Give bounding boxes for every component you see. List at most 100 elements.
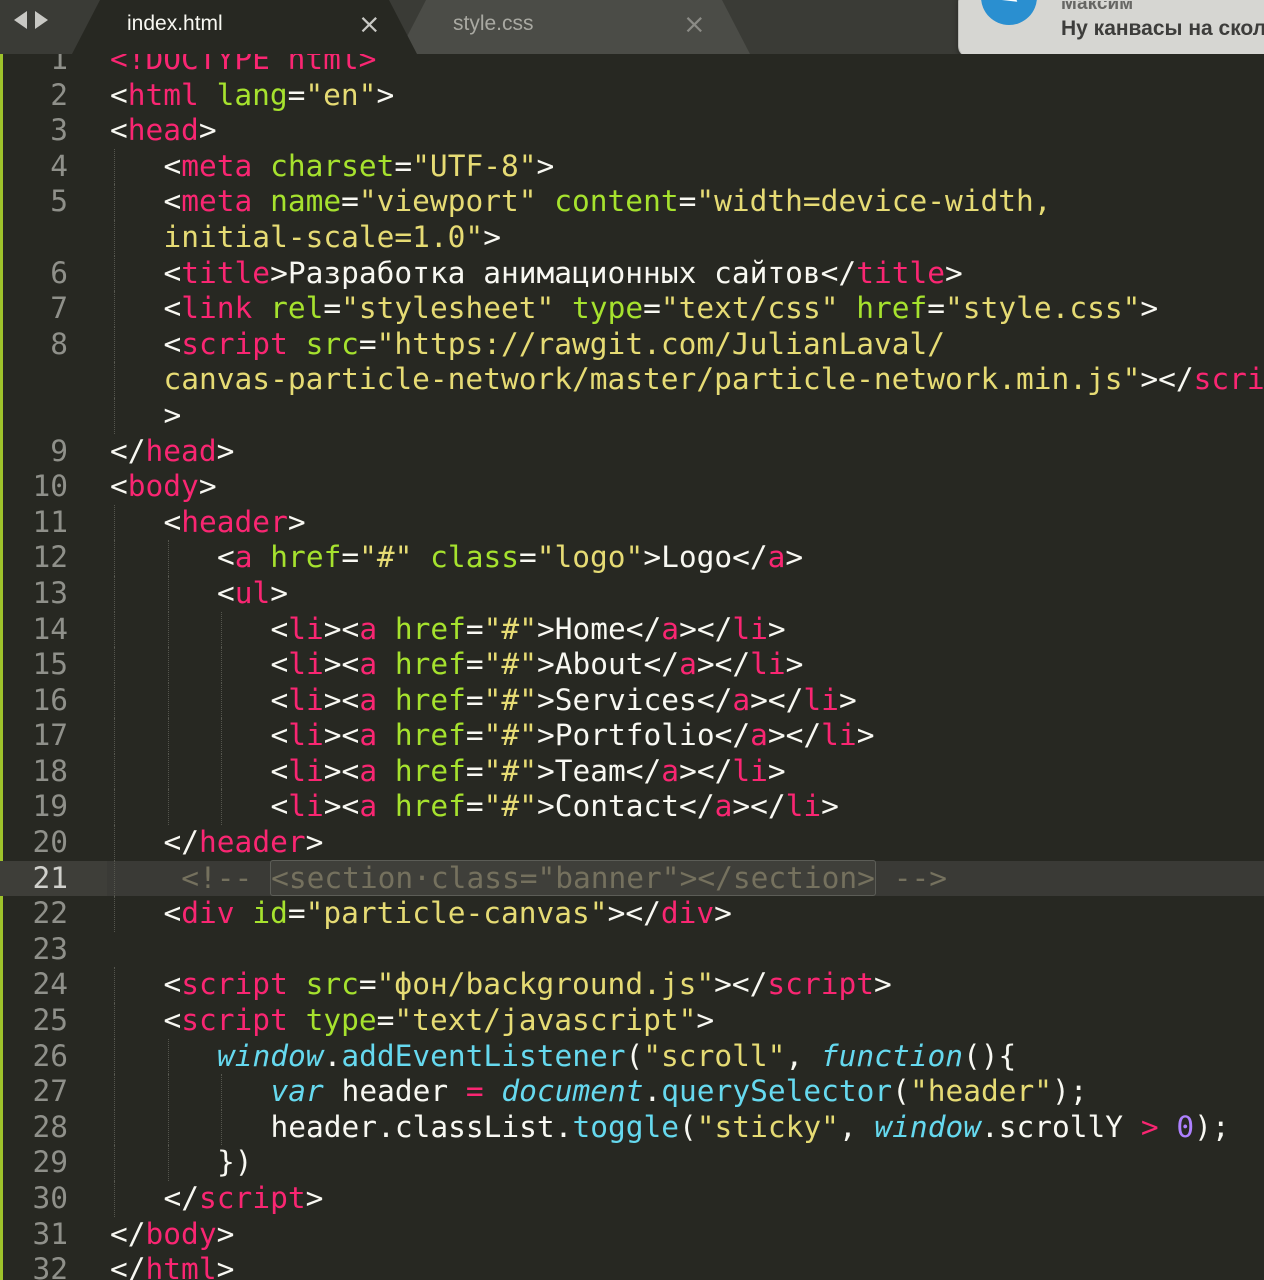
- indent-guide: [167, 753, 169, 790]
- code-line[interactable]: 1 <!DOCTYPE html>: [0, 54, 1264, 78]
- code-line[interactable]: 9 </head>: [0, 434, 1264, 470]
- code-token: ></: [679, 611, 733, 646]
- code-token: =: [323, 291, 342, 326]
- code-line[interactable]: 10 <body>: [0, 469, 1264, 505]
- code-line[interactable]: 16 <li><a href="#">Services</a></li>: [0, 682, 1264, 719]
- indent-guide: [221, 682, 222, 719]
- code-token: =: [678, 184, 697, 219]
- code-token: header.classList.: [270, 1109, 573, 1144]
- chevron-left-icon[interactable]: [14, 11, 27, 29]
- message-notification[interactable]: Максим Ну канвасы на скол: [958, 0, 1264, 54]
- code-line[interactable]: 25 <script type="text/javascript">: [0, 1003, 1264, 1039]
- code-line[interactable]: >: [0, 397, 1264, 434]
- code-token: -->: [875, 860, 947, 895]
- code-token: "https://rawgit.com/JulianLaval/: [376, 326, 946, 361]
- code-token: >: [270, 575, 289, 610]
- code-line[interactable]: 12 <a href="#" class="logo">Logo</a>: [0, 540, 1264, 576]
- line-number: 29: [32, 1145, 68, 1180]
- code-token: link: [181, 291, 253, 326]
- code-token: initial-scale=1.0": [163, 219, 484, 254]
- indent-guide: [114, 1038, 115, 1075]
- code-line[interactable]: 24 <script src="фон/background.js"></scri…: [0, 967, 1264, 1004]
- code-line[interactable]: 31 </body>: [0, 1217, 1264, 1253]
- code-token: <: [217, 540, 235, 575]
- code-line[interactable]: 2 <html lang="en">: [0, 78, 1264, 114]
- code-token: >: [767, 611, 786, 646]
- indent-guide: [221, 789, 222, 826]
- code-line[interactable]: 14 <li><a href="#">Home</a></li>: [0, 611, 1264, 648]
- code-token: head: [127, 113, 199, 148]
- code-token: meta: [181, 148, 253, 183]
- code-line[interactable]: 30 </script>: [0, 1181, 1264, 1217]
- code-token: html: [145, 1252, 217, 1280]
- chevron-right-icon[interactable]: [35, 11, 48, 29]
- code-line[interactable]: 8 <script src="https://rawgit.com/JulianL…: [0, 326, 1264, 363]
- code-line[interactable]: 21 <!-- <section·class="banner"></sectio…: [0, 859, 1264, 897]
- code-line[interactable]: 29}): [0, 1145, 1264, 1181]
- code-token: =: [518, 540, 537, 575]
- code-line[interactable]: initial-scale=1.0">: [0, 219, 1264, 256]
- code-token: href: [270, 540, 342, 575]
- indent-guide: [114, 362, 115, 398]
- code-line[interactable]: 5 <meta name="viewport" content="width=de…: [0, 184, 1264, 220]
- code-line[interactable]: 28 header.classList.toggle("sticky", wind…: [0, 1109, 1264, 1146]
- code-line[interactable]: 23: [0, 932, 1264, 968]
- code-token: a: [359, 611, 378, 646]
- code-line[interactable]: 6 <title>Разработка анимационных сайтов</…: [0, 255, 1264, 292]
- code-line[interactable]: 18 <li><a href="#">Team</a></li>: [0, 753, 1264, 790]
- close-icon[interactable]: ×: [358, 9, 381, 40]
- code-editor[interactable]: 1 <!DOCTYPE html> 2 <html lang="en"> 3 <head>…: [0, 54, 1264, 1280]
- code-token: >Home</: [536, 611, 662, 646]
- code-line[interactable]: 27 var header = document.querySelector("h…: [0, 1074, 1264, 1110]
- code-token: ></: [607, 896, 661, 931]
- code-token: "en": [305, 77, 377, 112]
- code-token: window: [217, 1038, 324, 1073]
- indent-guide: [114, 1074, 115, 1110]
- code-line[interactable]: 13 <ul>: [0, 575, 1264, 612]
- tab-label: index.html: [127, 12, 223, 35]
- code-token: <: [270, 682, 289, 717]
- indent-guide: [221, 1109, 222, 1146]
- code-token: .: [323, 1038, 342, 1073]
- code-line[interactable]: 15 <li><a href="#">About</a></li>: [0, 647, 1264, 683]
- code-line[interactable]: 11 <header>: [0, 504, 1264, 541]
- code-line[interactable]: 17 <li><a href="#">Portfolio</a></li>: [0, 718, 1264, 754]
- tab-style-css[interactable]: style.css ×: [398, 0, 750, 54]
- code-line[interactable]: 7 <link rel="stylesheet" type="text/css" …: [0, 291, 1264, 327]
- indent-guide: [167, 682, 169, 719]
- line-number: 27: [32, 1074, 68, 1109]
- tab-index-html[interactable]: index.html ×: [72, 0, 417, 54]
- line-code: </script>: [164, 1181, 324, 1217]
- close-icon[interactable]: ×: [683, 9, 706, 40]
- code-token: =: [465, 611, 484, 646]
- code-line[interactable]: 26 window.addEventListener("scroll", func…: [0, 1038, 1264, 1075]
- line-number: 5: [50, 184, 68, 219]
- code-token: =: [287, 77, 306, 112]
- code-token: header: [323, 1074, 466, 1109]
- line-number: 23: [32, 931, 68, 966]
- indent-guide: [221, 647, 222, 683]
- code-token: id: [252, 896, 288, 931]
- indent-guide: [167, 540, 169, 576]
- code-token: (){: [963, 1038, 1017, 1073]
- code-line[interactable]: 32 </html>: [0, 1252, 1264, 1280]
- code-token: canvas-particle-network/master/particle-…: [163, 362, 1141, 397]
- code-line[interactable]: 3 <head>: [0, 113, 1264, 149]
- code-token: <: [163, 896, 182, 931]
- code-token: <: [163, 291, 182, 326]
- code-token: (: [892, 1074, 910, 1109]
- code-line[interactable]: 19 <li><a href="#">Contact</a></li>: [0, 789, 1264, 826]
- code-token: href: [856, 291, 928, 326]
- code-token: "viewport": [358, 184, 537, 219]
- code-token: href: [394, 753, 466, 788]
- line-number: 9: [50, 433, 68, 468]
- code-token: </: [163, 1181, 200, 1215]
- code-line[interactable]: 4 <meta charset="UTF-8">: [0, 148, 1264, 185]
- code-line[interactable]: 22 <div id="particle-canvas"></div>: [0, 896, 1264, 932]
- code-token: <: [270, 753, 289, 788]
- code-line[interactable]: canvas-particle-network/master/particle-…: [0, 362, 1264, 398]
- line-number: 16: [32, 682, 68, 717]
- code-line[interactable]: 20 </header>: [0, 825, 1264, 861]
